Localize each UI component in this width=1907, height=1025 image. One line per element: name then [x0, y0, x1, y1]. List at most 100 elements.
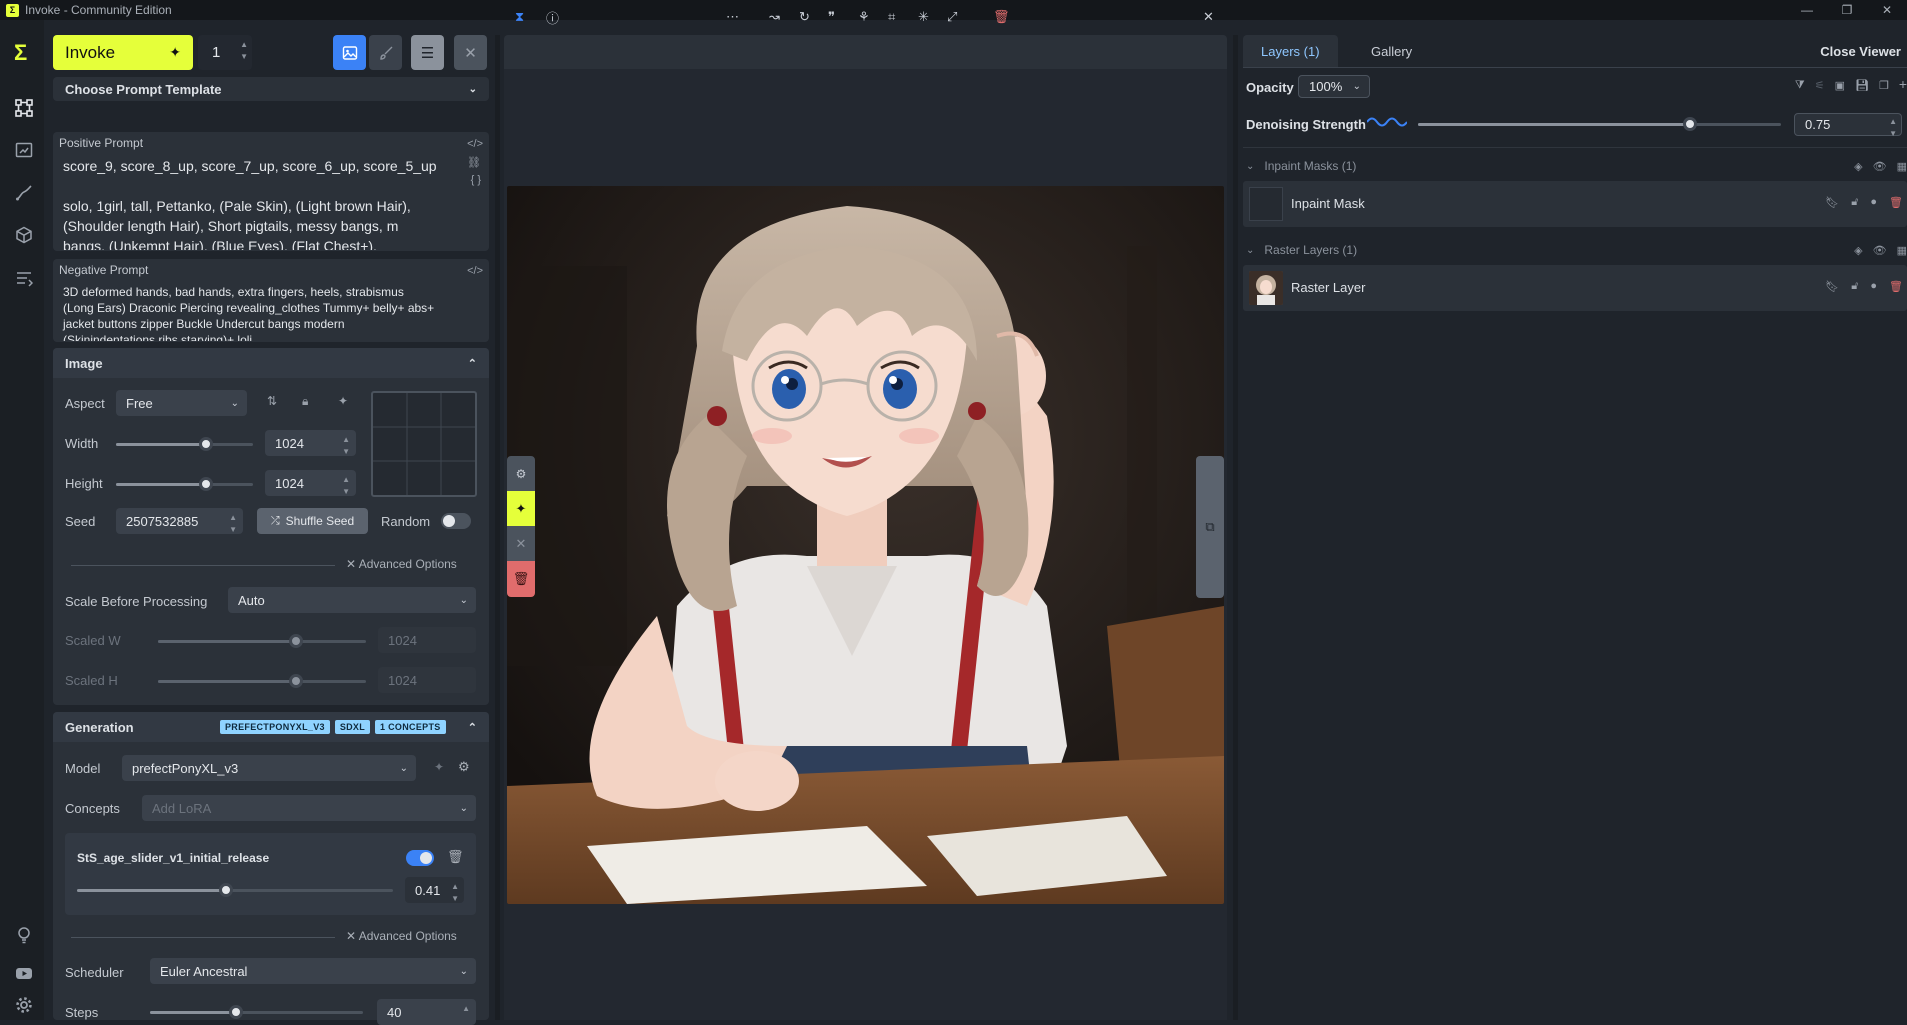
brush-mode-button[interactable] — [369, 35, 402, 70]
width-slider[interactable] — [116, 437, 253, 451]
layers-icon[interactable]: ◈ — [1854, 160, 1862, 173]
close-window-button[interactable]: ✕ — [1867, 0, 1907, 20]
height-slider[interactable] — [116, 477, 253, 491]
positive-prompt-box[interactable]: Positive Prompt </> ⛓ { } score_9, score… — [53, 132, 489, 251]
trash-icon[interactable]: 🗑︎ — [1889, 280, 1903, 293]
settings-icon[interactable] — [14, 995, 34, 1015]
generation-section-header[interactable]: Generation PREFECTPONYXL_V3 SDXL 1 CONCE… — [53, 712, 489, 742]
copy-icon[interactable]: ❐ — [1879, 79, 1889, 92]
positive-prompt-text[interactable]: score_9, score_8_up, score_7_up, score_6… — [63, 156, 463, 250]
bookmark-icon[interactable]: 🔖︎ — [1825, 280, 1839, 293]
minimize-button[interactable]: — — [1787, 0, 1827, 20]
info-icon[interactable]: ⓘ — [546, 0, 559, 34]
advanced-options-toggle[interactable]: ✕ Advanced Options — [346, 929, 457, 943]
tab-gallery[interactable]: Gallery — [1353, 35, 1430, 67]
invoke-logo[interactable]: Σ — [14, 42, 36, 64]
close-viewer-button[interactable]: Close Viewer — [1802, 35, 1907, 67]
code-icon[interactable]: </> — [467, 265, 483, 277]
inpaint-mask-row[interactable]: Inpaint Mask 🔖︎ 🔓︎ ● 🗑︎ — [1243, 181, 1907, 227]
bulb-icon[interactable] — [14, 925, 34, 945]
invoke-button[interactable]: Invoke ✦ — [53, 35, 193, 70]
shuffle-seed-button[interactable]: ⤮ Shuffle Seed — [257, 508, 368, 534]
lock-icon[interactable]: 🔒︎ — [302, 394, 308, 409]
visibility-dot-icon[interactable]: ● — [1870, 280, 1877, 293]
tab-layers[interactable]: Layers (1) — [1243, 35, 1338, 67]
scale-select[interactable]: Auto ⌄ — [228, 587, 476, 613]
iterations-input[interactable]: 1 ▲ ▼ — [198, 35, 252, 70]
inpaint-group-header[interactable]: ⌄ Inpaint Masks (1) ◈ 👁︎ ▦ — [1246, 154, 1907, 178]
menu-dots-icon[interactable]: ▦ — [1897, 160, 1907, 173]
resize-handle[interactable] — [495, 35, 500, 1020]
slider-thumb[interactable] — [229, 1005, 243, 1019]
denoise-input[interactable]: 0.75 ▲ ▼ — [1794, 113, 1902, 138]
sliders-icon[interactable]: ⚙ — [507, 456, 535, 491]
lora-enabled-toggle[interactable] — [406, 850, 434, 866]
layers-icon[interactable]: ◈ — [1854, 244, 1862, 257]
menu-button[interactable]: ☰ — [411, 35, 444, 70]
random-seed-toggle[interactable] — [441, 513, 471, 529]
gear-icon[interactable]: ⚙ — [458, 759, 470, 775]
bookmark-icon[interactable]: 🔖︎ — [1825, 196, 1839, 209]
models-icon[interactable] — [14, 225, 34, 245]
eye-icon[interactable]: 👁︎ — [1873, 244, 1887, 257]
resize-handle[interactable] — [1233, 35, 1238, 1020]
trash-icon[interactable]: 🗑︎ — [1889, 196, 1903, 209]
close-viewer-icon[interactable]: ✕ — [1203, 0, 1214, 34]
aspect-select[interactable]: Free ⌄ — [116, 390, 247, 416]
queue-icon[interactable] — [14, 268, 34, 288]
menu-dots-icon[interactable]: ▦ — [1897, 244, 1907, 257]
lock-icon[interactable]: 🔓︎ — [1851, 196, 1858, 209]
slider-thumb[interactable] — [199, 477, 213, 491]
negative-prompt-box[interactable]: Negative Prompt </> 3D deformed hands, b… — [53, 259, 489, 342]
hourglass-icon[interactable]: ⧗ — [515, 0, 524, 34]
lock-icon[interactable]: 🔓︎ — [1851, 280, 1858, 293]
generated-image[interactable] — [507, 186, 1224, 904]
scheduler-select[interactable]: Euler Ancestral ⌄ — [150, 958, 476, 984]
maximize-button[interactable]: ❐ — [1827, 0, 1867, 20]
iterations-stepper[interactable]: ▲ ▼ — [240, 39, 248, 63]
sparkle-icon[interactable]: ✦ — [507, 491, 535, 526]
more-icon[interactable]: ⋯ — [726, 0, 739, 34]
cancel-button[interactable]: ✕ — [454, 35, 487, 70]
trash-icon[interactable]: 🗑︎ — [993, 0, 1010, 34]
raster-group-header[interactable]: ⌄ Raster Layers (1) ◈ 👁︎ ▦ — [1246, 238, 1907, 262]
close-icon[interactable]: ✕ — [507, 526, 535, 561]
visibility-dot-icon[interactable]: ● — [1870, 196, 1877, 209]
denoise-slider[interactable] — [1418, 117, 1781, 131]
lora-weight-slider[interactable] — [77, 883, 393, 897]
add-lora-select[interactable]: Add LoRA ⌄ — [142, 795, 476, 821]
sparkle-icon[interactable]: ✦ — [434, 760, 444, 774]
opacity-select[interactable]: 100% ⌄ — [1298, 75, 1370, 98]
code-icon[interactable]: </> — [467, 138, 483, 150]
slider-thumb[interactable] — [199, 437, 213, 451]
swap-dimensions-icon[interactable]: ⇅ — [267, 394, 277, 408]
frame-icon[interactable]: ▣ — [1835, 79, 1845, 92]
trash-icon[interactable]: 🗑︎ — [507, 561, 535, 597]
merge-icon[interactable]: ⧩ — [1795, 79, 1805, 92]
steps-input[interactable]: 40 ▲ — [377, 999, 476, 1025]
asterisk-icon[interactable]: ✳ — [918, 0, 929, 34]
upscale-icon[interactable] — [14, 183, 34, 203]
add-icon[interactable]: + — [1899, 76, 1907, 92]
negative-prompt-text[interactable]: 3D deformed hands, bad hands, extra fing… — [63, 284, 473, 341]
model-select[interactable]: prefectPonyXL_v3 ⌄ — [122, 755, 416, 781]
crop-icon[interactable]: ⌗ — [888, 0, 895, 34]
save-icon[interactable]: 💾︎ — [1855, 79, 1869, 92]
embedding-icon[interactable]: { } — [471, 174, 481, 186]
canvas-icon[interactable] — [14, 140, 34, 160]
quote-icon[interactable]: ❞ — [828, 0, 835, 34]
lora-weight-input[interactable]: 0.41 ▲ ▼ — [405, 877, 464, 903]
advanced-options-toggle[interactable]: ✕ Advanced Options — [346, 557, 457, 571]
sparkle-icon[interactable]: ✦ — [338, 394, 348, 408]
youtube-icon[interactable] — [14, 963, 34, 983]
steps-slider[interactable] — [150, 1005, 363, 1019]
recycle-icon[interactable]: ↻ — [799, 0, 810, 34]
image-mode-button[interactable] — [333, 35, 366, 70]
width-input[interactable]: 1024 ▲ ▼ — [265, 430, 356, 456]
wand-icon[interactable]: ⚟ — [1815, 79, 1825, 92]
trash-icon[interactable]: 🗑︎ — [447, 849, 464, 865]
workflow-icon[interactable] — [14, 98, 34, 118]
resize-icon[interactable]: ⤢ — [947, 0, 957, 34]
curve-icon[interactable]: ↝ — [769, 0, 780, 34]
plant-icon[interactable]: ⚘ — [858, 0, 870, 34]
